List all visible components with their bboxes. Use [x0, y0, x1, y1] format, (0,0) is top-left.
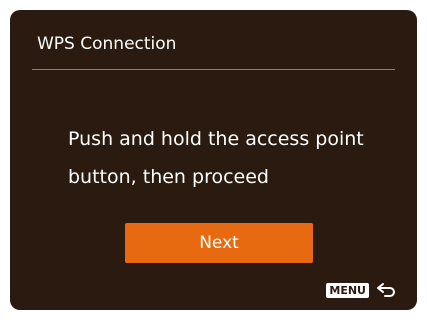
page-title: WPS Connection — [37, 34, 177, 54]
title-divider — [32, 69, 395, 70]
instruction-line-1: Push and hold the access point — [68, 128, 364, 150]
instruction-line-2: button, then proceed — [68, 166, 269, 188]
return-arrow-icon — [377, 282, 397, 298]
menu-back-hint[interactable]: MENU — [326, 280, 397, 300]
wps-connection-screen: WPS Connection Push and hold the access … — [10, 10, 417, 310]
instruction-message: Push and hold the access point button, t… — [68, 120, 388, 196]
menu-button-icon: MENU — [326, 282, 369, 298]
next-button[interactable]: Next — [125, 223, 313, 263]
camera-display: WPS Connection Push and hold the access … — [0, 0, 427, 320]
